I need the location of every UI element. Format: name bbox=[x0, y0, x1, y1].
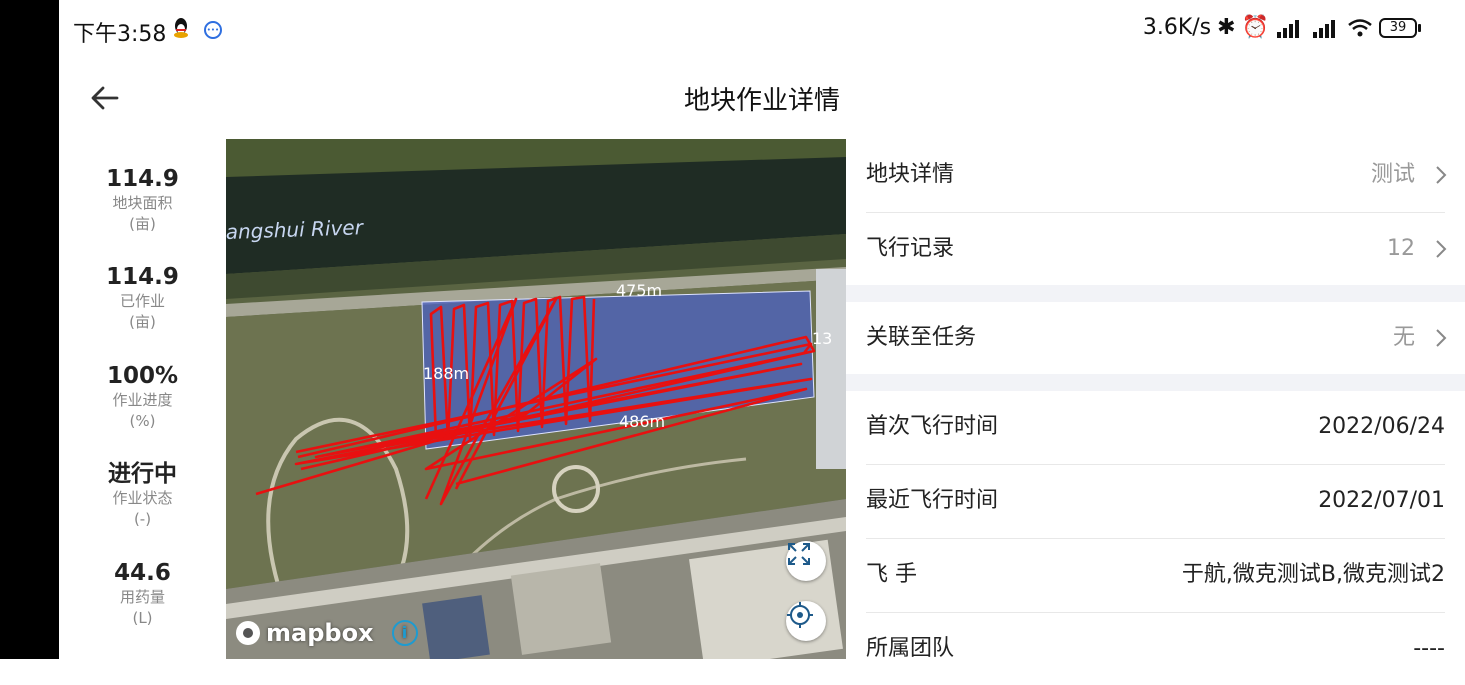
stat-value: 114.9 bbox=[106, 166, 179, 192]
app-header: 地块作业详情 bbox=[59, 58, 1465, 139]
row-label: 地块详情 bbox=[866, 162, 955, 187]
map-canvas: 475m 486m 188m 13 angshui River bbox=[226, 139, 846, 659]
stat-value: 100% bbox=[106, 363, 179, 389]
stat-unit: (亩) bbox=[129, 313, 156, 331]
row-flight-records[interactable]: 飞行记录 12 bbox=[846, 213, 1465, 285]
expand-icon bbox=[788, 543, 810, 565]
qq-penguin-icon bbox=[174, 18, 188, 38]
row-label: 首次飞行时间 bbox=[866, 414, 999, 439]
info-icon[interactable]: i bbox=[391, 620, 418, 646]
row-value: 测试 bbox=[1370, 162, 1415, 187]
fullscreen-button[interactable] bbox=[786, 541, 826, 581]
stat-progress: 100% 作业进度 (%) bbox=[59, 362, 226, 432]
section-gap bbox=[846, 374, 1465, 391]
stat-label: 已作业 bbox=[119, 292, 165, 310]
alarm-icon: ⏰ bbox=[1241, 15, 1269, 40]
details-panel: 地块详情 测试 飞行记录 12 关联至任务 无 首次飞行时间 2022/06/2… bbox=[846, 139, 1465, 661]
page-title: 地块作业详情 bbox=[683, 86, 840, 116]
chevron-right-icon bbox=[1436, 166, 1447, 184]
stat-label: 用药量 bbox=[119, 588, 165, 606]
map-building-1 bbox=[510, 563, 612, 655]
stat-plot-area: 114.9 地块面积 (亩) bbox=[59, 165, 226, 235]
row-latest-flight: 最近飞行时间 2022/07/01 bbox=[846, 465, 1465, 537]
stat-unit: (亩) bbox=[129, 215, 156, 233]
crosshair-icon bbox=[787, 602, 813, 628]
status-right-group: 3.6K/s ✱ ⏰ 39 bbox=[1142, 15, 1421, 40]
row-value: 于航,微克测试B,微克测试2 bbox=[1181, 562, 1445, 587]
row-label: 所属团队 bbox=[866, 636, 955, 661]
stat-value: 44.6 bbox=[114, 560, 171, 586]
bluetooth-icon: ✱ bbox=[1217, 15, 1236, 40]
row-team: 所属团队 ---- bbox=[846, 613, 1465, 685]
stats-column: 114.9 地块面积 (亩) 114.9 已作业 (亩) 100% 作业进度 (… bbox=[59, 139, 226, 659]
dim-right-label: 13 bbox=[812, 329, 832, 348]
row-value: ---- bbox=[1413, 636, 1445, 661]
row-label: 最近飞行时间 bbox=[866, 488, 999, 513]
chevron-right-icon bbox=[1436, 329, 1447, 347]
stat-unit: (L) bbox=[132, 609, 153, 627]
row-linked-task[interactable]: 关联至任务 无 bbox=[846, 302, 1465, 374]
dim-bottom-label: 486m bbox=[619, 412, 665, 431]
row-plot-details[interactable]: 地块详情 测试 bbox=[846, 139, 1465, 211]
dim-top-label: 475m bbox=[616, 281, 662, 300]
wifi-icon bbox=[1348, 18, 1372, 36]
row-label: 飞行记录 bbox=[866, 236, 955, 261]
network-speed: 3.6K/s bbox=[1142, 15, 1212, 40]
row-first-flight: 首次飞行时间 2022/06/24 bbox=[846, 391, 1465, 463]
system-left-edge bbox=[0, 0, 59, 659]
row-value: 2022/06/24 bbox=[1318, 414, 1445, 439]
mapbox-wordmark: mapbox bbox=[266, 619, 374, 647]
row-label: 关联至任务 bbox=[866, 325, 977, 350]
map-building-right bbox=[816, 269, 846, 469]
dim-left-label: 188m bbox=[423, 364, 469, 383]
stat-label: 作业进度 bbox=[112, 391, 173, 409]
stat-label: 地块面积 bbox=[112, 194, 173, 212]
map-building-3 bbox=[422, 595, 490, 659]
mapbox-logo-icon bbox=[236, 621, 260, 645]
mapbox-attribution: mapbox i bbox=[236, 619, 418, 647]
row-value: 2022/07/01 bbox=[1318, 488, 1445, 513]
stat-unit: (%) bbox=[129, 412, 156, 430]
signal-hd-1-icon bbox=[1277, 19, 1299, 38]
stat-unit: (-) bbox=[133, 510, 152, 528]
stat-value: 进行中 bbox=[108, 461, 177, 487]
battery-icon: 39 bbox=[1379, 17, 1421, 38]
section-gap bbox=[846, 285, 1465, 302]
status-bar: 下午3:58 ••• 3.6K/s ✱ ⏰ 39 bbox=[59, 0, 1465, 58]
stat-status: 进行中 作业状态 (-) bbox=[59, 460, 226, 530]
row-pilots: 飞 手 于航,微克测试B,微克测试2 bbox=[846, 539, 1465, 611]
stat-label: 作业状态 bbox=[112, 489, 173, 507]
row-value: 无 bbox=[1392, 325, 1415, 350]
signal-hd-2-icon bbox=[1313, 19, 1335, 38]
row-label: 飞 手 bbox=[866, 562, 917, 587]
chevron-right-icon bbox=[1436, 240, 1447, 258]
satellite-map[interactable]: 475m 486m 188m 13 angshui River mapbox i bbox=[226, 139, 846, 659]
app-notification-icon: ••• bbox=[204, 21, 222, 39]
stat-chemical-usage: 44.6 用药量 (L) bbox=[59, 559, 226, 629]
stat-worked-area: 114.9 已作业 (亩) bbox=[59, 263, 226, 333]
row-value: 12 bbox=[1387, 236, 1415, 261]
status-time: 下午3:58 bbox=[73, 22, 167, 47]
stat-value: 114.9 bbox=[106, 264, 179, 290]
river-label: angshui River bbox=[226, 215, 365, 244]
locate-button[interactable] bbox=[786, 601, 826, 641]
